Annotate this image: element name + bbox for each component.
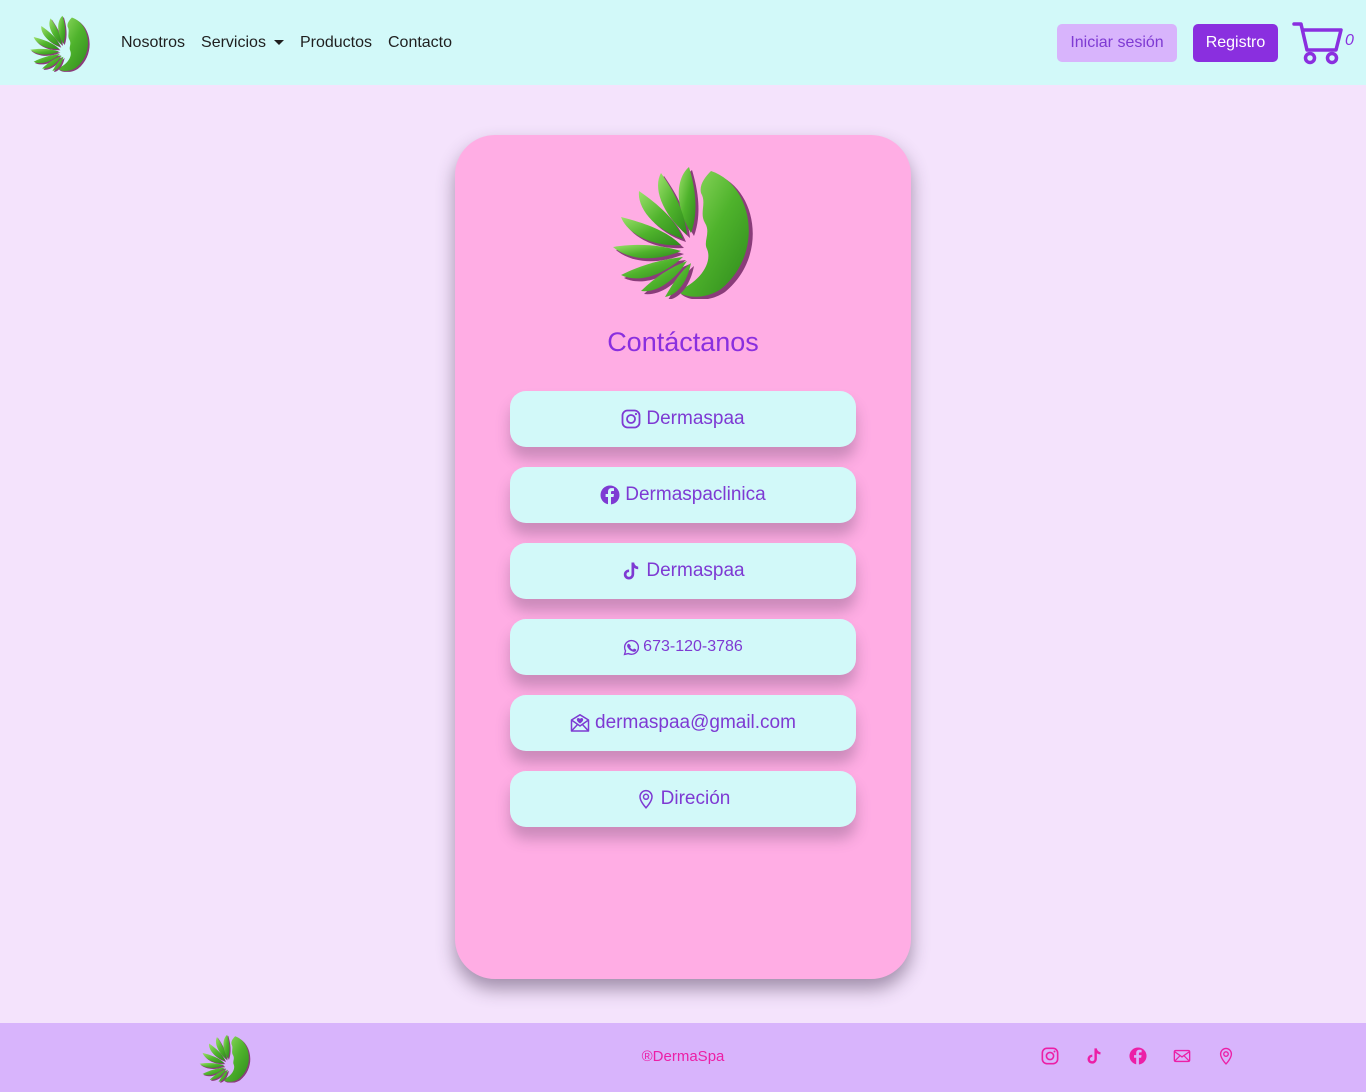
nav-link-servicios[interactable]: Servicios bbox=[201, 34, 284, 52]
envelope-icon[interactable] bbox=[1173, 1047, 1191, 1065]
nav-link-label: Nosotros bbox=[121, 33, 186, 51]
instagram-icon[interactable] bbox=[1041, 1047, 1059, 1065]
nav-link-nosotros[interactable]: Nosotros bbox=[121, 34, 185, 52]
card-logo bbox=[603, 163, 763, 299]
address-contact-button[interactable]: Direción bbox=[510, 771, 856, 827]
tiktok-contact-button[interactable]: Dermaspaa bbox=[510, 543, 856, 599]
contact-label: dermaspaa@gmail.com bbox=[595, 712, 796, 733]
contact-card: Contáctanos Dermaspaa Dermaspaclinica De… bbox=[455, 135, 911, 979]
cart-icon[interactable] bbox=[1292, 20, 1344, 66]
cart-count: 0 bbox=[1345, 32, 1354, 49]
nav-link-label: Productos bbox=[299, 33, 372, 51]
location-pin-icon[interactable] bbox=[1217, 1047, 1235, 1065]
facebook-icon bbox=[600, 485, 620, 505]
whatsapp-contact-button[interactable]: 673-120-3786 bbox=[510, 619, 856, 675]
contact-label: Dermaspaa bbox=[646, 560, 745, 581]
brand-logo[interactable] bbox=[26, 12, 94, 74]
contact-label: Direción bbox=[660, 788, 731, 809]
contact-label: Dermaspaclinica bbox=[625, 484, 766, 505]
email-contact-button[interactable]: dermaspaa@gmail.com bbox=[510, 695, 856, 751]
dropdown-caret-icon bbox=[273, 40, 284, 45]
copyright-text: ®DermaSpa bbox=[641, 1048, 725, 1065]
nav-link-productos[interactable]: Productos bbox=[300, 34, 372, 52]
envelope-heart-icon bbox=[570, 713, 590, 733]
top-navbar: Nosotros Servicios Productos Contacto In… bbox=[0, 0, 1366, 85]
instagram-icon bbox=[621, 409, 641, 429]
nav-link-contacto[interactable]: Contacto bbox=[388, 34, 452, 52]
login-button[interactable]: Iniciar sesión bbox=[1057, 24, 1177, 62]
contact-label: Dermaspaa bbox=[646, 408, 745, 429]
nav-link-label: Servicios bbox=[201, 33, 266, 51]
tiktok-icon bbox=[621, 561, 641, 581]
whatsapp-icon bbox=[623, 639, 640, 656]
instagram-contact-button[interactable]: Dermaspaa bbox=[510, 391, 856, 447]
page-footer: ®DermaSpa bbox=[0, 1023, 1366, 1092]
register-button[interactable]: Registro bbox=[1193, 24, 1278, 62]
contact-title: Contáctanos bbox=[607, 327, 759, 357]
nav-links: Nosotros Servicios Productos Contacto bbox=[121, 0, 452, 85]
location-pin-icon bbox=[636, 789, 656, 809]
contact-label: 673-120-3786 bbox=[643, 638, 743, 655]
nav-link-label: Contacto bbox=[387, 33, 453, 51]
facebook-icon[interactable] bbox=[1129, 1047, 1147, 1065]
facebook-contact-button[interactable]: Dermaspaclinica bbox=[510, 467, 856, 523]
tiktok-icon[interactable] bbox=[1085, 1047, 1103, 1065]
